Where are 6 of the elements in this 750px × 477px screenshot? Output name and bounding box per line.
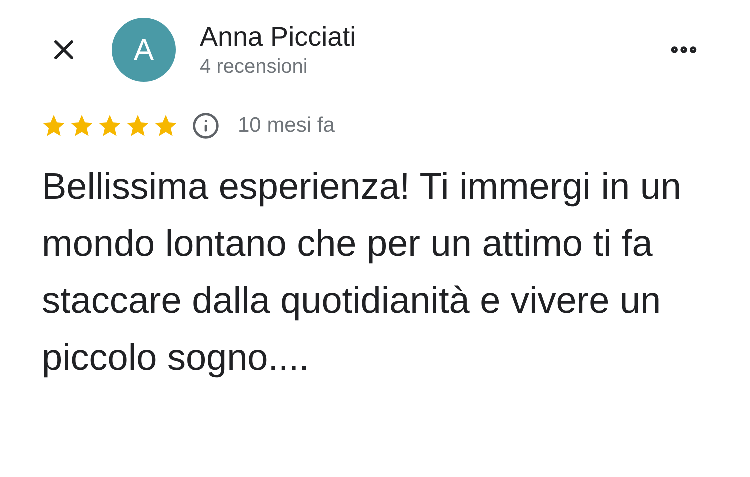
avatar: A: [112, 18, 176, 82]
reviewer-name[interactable]: Anna Picciati: [200, 20, 356, 54]
info-icon[interactable]: [192, 112, 220, 140]
review-count: 4 recensioni: [200, 55, 309, 80]
review-time: 10 mesi fa: [238, 113, 335, 139]
review-text: Bellissima esperienza! Ti immergi in un mondo lontano che per un attimo ti fa staccare dalla quotidianità e vivere un piccolo sogno....: [42, 164, 683, 380]
